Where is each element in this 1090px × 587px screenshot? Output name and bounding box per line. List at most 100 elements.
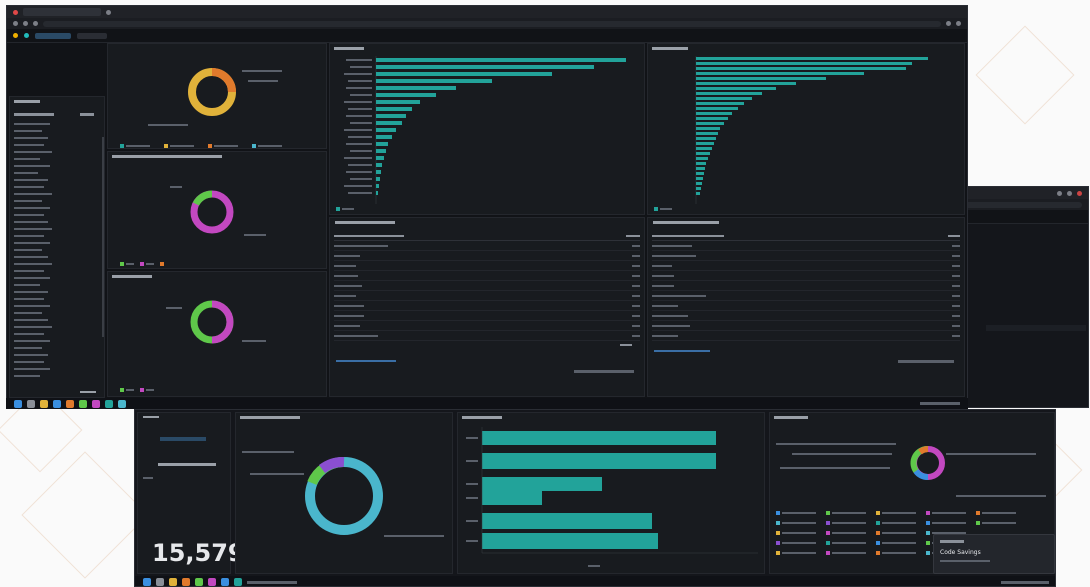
table-row[interactable] [334, 242, 640, 251]
pagination[interactable] [574, 370, 634, 373]
table-row[interactable] [652, 262, 960, 271]
folder-icon[interactable] [40, 399, 48, 408]
notification-body [940, 560, 990, 562]
table-rows [14, 123, 52, 377]
panel-title-placeholder [335, 221, 395, 224]
table-scrollbar[interactable] [102, 137, 104, 337]
search-icon[interactable] [156, 578, 164, 586]
table-row[interactable] [334, 302, 640, 311]
search-icon[interactable] [27, 399, 35, 408]
profile-icon[interactable] [956, 21, 961, 26]
column-header-placeholder [14, 113, 54, 116]
table-row[interactable] [652, 332, 960, 341]
table-row[interactable] [334, 252, 640, 261]
dashboard-breadcrumb[interactable] [35, 32, 71, 39]
table-row[interactable] [334, 332, 640, 341]
app-icon[interactable] [92, 399, 100, 408]
notification-toast[interactable]: Code Savings [933, 534, 1055, 574]
donut-segment [211, 68, 236, 93]
panel-title-placeholder [653, 221, 719, 224]
stat-panel: 15,579 [137, 412, 245, 574]
close-icon[interactable] [1077, 190, 1082, 196]
donut-segment [918, 446, 929, 455]
app-icon[interactable] [221, 578, 229, 586]
table-row[interactable] [652, 242, 960, 251]
background-decoration [975, 25, 1075, 125]
table-row[interactable] [652, 292, 960, 301]
legend [120, 144, 282, 148]
app-icon[interactable] [105, 399, 113, 408]
table-row[interactable] [334, 292, 640, 301]
filter-chip[interactable] [160, 437, 206, 441]
label-placeholder [143, 477, 153, 479]
slice-label-placeholder [248, 80, 278, 82]
dashboard-body [7, 43, 967, 399]
app-icon[interactable] [118, 399, 126, 408]
donut-panel-middle [107, 151, 327, 269]
address-bar[interactable] [956, 199, 1088, 210]
window-close-icon[interactable] [13, 9, 18, 15]
system-tray[interactable] [1001, 580, 1049, 584]
table-row[interactable] [334, 322, 640, 331]
extensions-icon[interactable] [946, 21, 951, 26]
dashboard-tab[interactable] [77, 32, 107, 39]
app-icon[interactable] [208, 578, 216, 586]
chrome-icon[interactable] [79, 399, 87, 408]
column-header-placeholder [334, 235, 404, 237]
taskbar-bottom [135, 576, 1055, 586]
table-row[interactable] [334, 282, 640, 291]
url-field[interactable] [962, 201, 1082, 208]
notification-app-name [940, 540, 964, 543]
chrome-icon[interactable] [195, 578, 203, 586]
folder-icon[interactable] [169, 578, 177, 586]
grafana-logo-icon[interactable] [13, 33, 18, 38]
table-row[interactable] [652, 252, 960, 261]
app-icon[interactable] [66, 399, 74, 408]
table-row[interactable] [334, 312, 640, 321]
legend-label-placeholder [660, 208, 672, 210]
windows-start-icon[interactable] [143, 578, 151, 586]
table-footer-total [80, 391, 96, 393]
app-icon[interactable] [24, 33, 29, 38]
legend-label-placeholder [342, 208, 354, 210]
bar-chart-right [652, 47, 928, 211]
maximize-icon[interactable] [1067, 190, 1072, 196]
table-row[interactable] [652, 272, 960, 281]
pagination[interactable] [898, 360, 954, 363]
table-row[interactable] [652, 322, 960, 331]
table-row[interactable] [334, 272, 640, 281]
bar-chart-panel-right [647, 43, 965, 215]
browser-window-right [955, 186, 1089, 408]
app-icon[interactable] [53, 399, 61, 408]
partial-donut-chart [956, 313, 1086, 361]
table-row[interactable] [652, 302, 960, 311]
browser-tab[interactable] [23, 8, 101, 16]
slice-label-placeholder [244, 234, 266, 236]
table-row[interactable] [652, 282, 960, 291]
table-row[interactable] [334, 262, 640, 271]
windows-start-icon[interactable] [14, 399, 22, 408]
donut-chart-top [120, 68, 282, 148]
pagination-info[interactable] [336, 360, 396, 362]
donut-segment [913, 469, 929, 480]
app-icon[interactable] [182, 578, 190, 586]
slice-label-placeholder [242, 451, 294, 453]
x-axis-label-placeholder [588, 565, 600, 567]
back-icon[interactable] [13, 21, 18, 26]
taskbar-window-label[interactable] [247, 580, 297, 584]
new-tab-icon[interactable] [106, 9, 111, 15]
system-tray[interactable] [920, 402, 960, 405]
panel-title-placeholder [240, 416, 300, 419]
url-field[interactable] [43, 20, 941, 27]
forward-icon[interactable] [23, 21, 28, 26]
table-row[interactable] [652, 312, 960, 321]
donut-panel-large [235, 412, 453, 574]
pagination-info[interactable] [654, 350, 710, 352]
app-icon[interactable] [234, 578, 242, 586]
minimize-icon[interactable] [1057, 190, 1062, 196]
panel-title-placeholder [462, 416, 502, 419]
bars [482, 431, 716, 549]
category-labels [344, 59, 372, 194]
total-count-value: 15,579 [152, 539, 245, 567]
reload-icon[interactable] [33, 21, 38, 26]
